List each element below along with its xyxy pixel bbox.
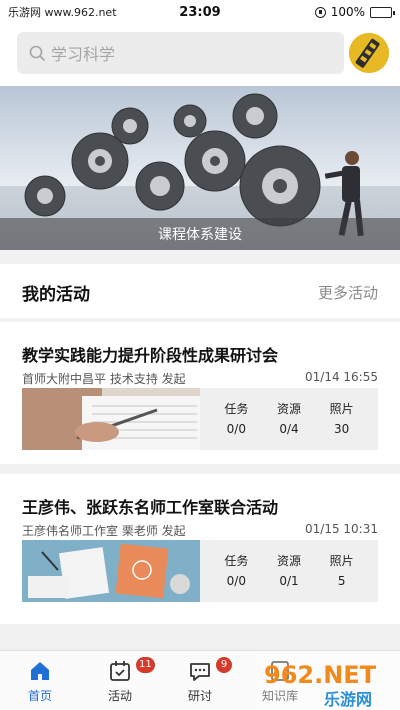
task-stat: 任务 0/0 xyxy=(224,551,248,591)
my-activities-header: 我的活动 更多活动 xyxy=(0,264,400,318)
search-icon xyxy=(29,45,45,61)
activity-organizer: 王彦伟名师工作室 栗老师 发起 xyxy=(22,524,186,538)
header: 学习科学 xyxy=(0,24,400,86)
stat-label: 任务 xyxy=(224,402,249,416)
resource-stat: 资源 0/1 xyxy=(277,551,301,591)
chat-bubble-icon xyxy=(190,663,210,681)
home-icon xyxy=(31,662,49,680)
battery-icon xyxy=(370,6,395,18)
more-activities-link[interactable]: 更多活动 xyxy=(318,282,378,303)
discussion-badge: 9 xyxy=(216,657,232,673)
stat-value: 0/4 xyxy=(279,422,299,436)
banner-caption: 课程体系建设 xyxy=(158,227,242,243)
search-input[interactable]: 学习科学 xyxy=(17,32,344,74)
carrier-label: 乐游网 www.962.net xyxy=(8,6,117,19)
activity-thumbnail xyxy=(22,388,200,450)
watermark-line2: 乐游网 xyxy=(324,690,372,709)
watermark-line1: 962.NET xyxy=(264,661,377,689)
photo-stat: 照片 5 xyxy=(330,551,354,591)
activity-title: 教学实践能力提升阶段性成果研讨会 xyxy=(22,346,279,365)
activity-thumbnail xyxy=(22,540,200,602)
tab-discussion[interactable]: 9 研讨 xyxy=(160,651,240,710)
avatar[interactable] xyxy=(349,33,389,73)
activity-organizer: 首师大附中昌平 技术支持 发起 xyxy=(22,372,186,386)
banner-carousel[interactable]: 课程体系建设 xyxy=(0,86,400,250)
activity-title: 王彦伟、张跃东名师工作室联合活动 xyxy=(22,498,279,517)
stat-label: 资源 xyxy=(276,554,301,568)
stat-value: 0/0 xyxy=(226,574,246,588)
tab-label: 研讨 xyxy=(187,689,212,703)
activity-summary: 任务 0/0 资源 0/4 照片 30 xyxy=(22,388,378,450)
activity-date: 01/14 16:55 xyxy=(305,370,378,384)
activity-summary: 任务 0/0 资源 0/1 照片 5 xyxy=(22,540,378,602)
site-watermark-logo: 962.NET 乐游网 xyxy=(258,655,400,710)
stat-label: 资源 xyxy=(276,402,301,416)
activity-date: 01/15 10:31 xyxy=(305,522,378,536)
battery-percent: 100% xyxy=(330,5,365,19)
stat-value: 5 xyxy=(337,574,346,588)
rotation-lock-icon xyxy=(314,6,326,18)
tab-activities[interactable]: 11 活动 xyxy=(80,651,160,710)
tab-home[interactable]: 首页 xyxy=(0,651,80,710)
calendar-check-icon xyxy=(110,661,130,681)
tab-label: 活动 xyxy=(107,689,132,703)
status-indicators: 100% xyxy=(314,5,395,19)
stat-value: 0/0 xyxy=(226,422,246,436)
search-placeholder: 学习科学 xyxy=(51,45,116,64)
status-bar: 乐游网 www.962.net 23:09 100% xyxy=(0,0,400,24)
banner-caption-bar: 课程体系建设 xyxy=(0,218,400,250)
stat-label: 照片 xyxy=(329,402,354,416)
photo-stat: 照片 30 xyxy=(330,399,354,439)
activity-card[interactable]: 教学实践能力提升阶段性成果研讨会 首师大附中昌平 技术支持 发起 01/14 1… xyxy=(0,322,400,464)
stat-label: 任务 xyxy=(224,554,249,568)
activities-badge: 11 xyxy=(136,657,155,673)
app-screen: 乐游网 www.962.net 23:09 100% 学习科学 课程体系建设 我… xyxy=(0,0,400,710)
resource-stat: 资源 0/4 xyxy=(277,399,301,439)
activity-stats: 任务 0/0 资源 0/1 照片 5 xyxy=(200,540,378,602)
activity-card[interactable]: 王彦伟、张跃东名师工作室联合活动 王彦伟名师工作室 栗老师 发起 01/15 1… xyxy=(0,474,400,624)
stat-value: 30 xyxy=(333,422,350,436)
section-title: 我的活动 xyxy=(22,285,90,305)
tab-label: 首页 xyxy=(27,689,52,703)
stat-label: 照片 xyxy=(329,554,354,568)
stat-value: 0/1 xyxy=(279,574,299,588)
activity-stats: 任务 0/0 资源 0/4 照片 30 xyxy=(200,388,378,450)
avatar-image xyxy=(349,33,389,73)
task-stat: 任务 0/0 xyxy=(224,399,248,439)
